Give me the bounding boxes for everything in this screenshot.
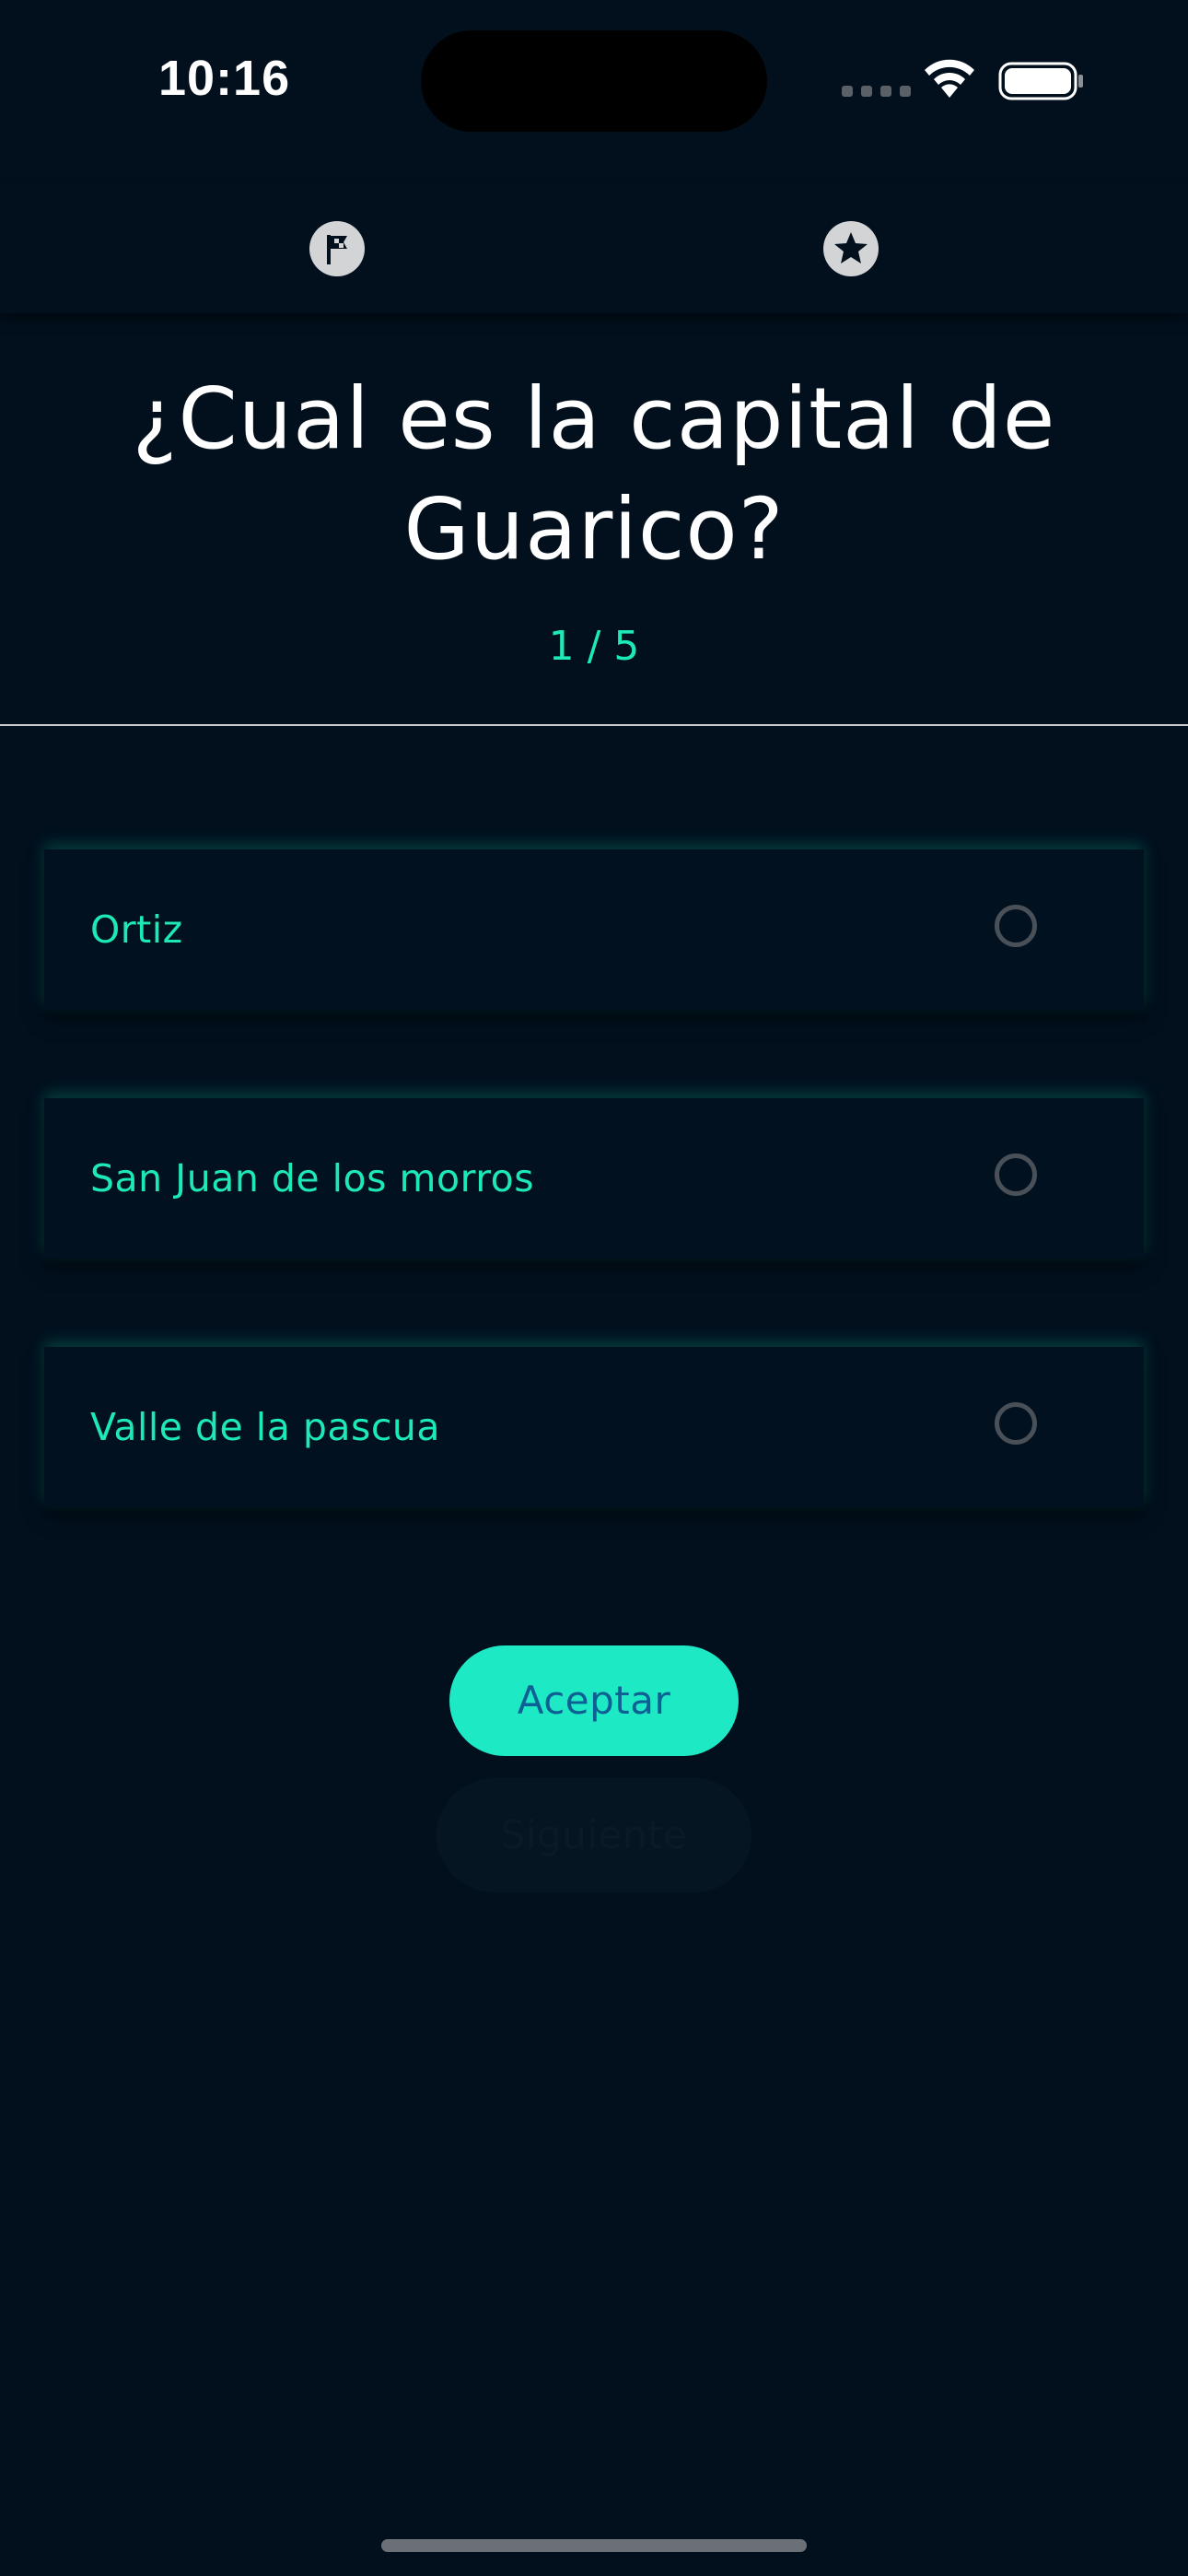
- answer-option-label: Ortiz: [90, 907, 183, 952]
- radio-button[interactable]: [995, 1402, 1037, 1445]
- battery-icon: [998, 62, 1083, 100]
- divider: [0, 724, 1188, 726]
- star-icon: [823, 221, 879, 276]
- answer-option[interactable]: Valle de la pascua: [44, 1347, 1144, 1507]
- question-title: ¿Cual es la capital de Guarico?: [132, 369, 1056, 579]
- next-button: Siguiente: [437, 1778, 751, 1892]
- status-time: 10:16: [158, 51, 291, 106]
- top-tab-bar: [0, 184, 1188, 313]
- status-bar: 10:16: [0, 0, 1188, 157]
- tab-star[interactable]: [812, 210, 890, 287]
- radio-button[interactable]: [995, 1153, 1037, 1196]
- answer-option-label: Valle de la pascua: [90, 1405, 441, 1449]
- cellular-signal-icon: [842, 86, 911, 97]
- tab-flag[interactable]: [298, 210, 376, 287]
- radio-button[interactable]: [995, 905, 1037, 947]
- answer-option[interactable]: San Juan de los morros: [44, 1098, 1144, 1259]
- wifi-icon: [925, 59, 974, 98]
- accept-button[interactable]: Aceptar: [449, 1645, 739, 1756]
- answer-option[interactable]: Ortiz: [44, 849, 1144, 1010]
- flag-icon: [309, 221, 365, 276]
- home-indicator[interactable]: [381, 2539, 807, 2552]
- question-progress: 1 / 5: [548, 623, 640, 670]
- answer-option-label: San Juan de los morros: [90, 1156, 535, 1200]
- dynamic-island: [421, 30, 767, 132]
